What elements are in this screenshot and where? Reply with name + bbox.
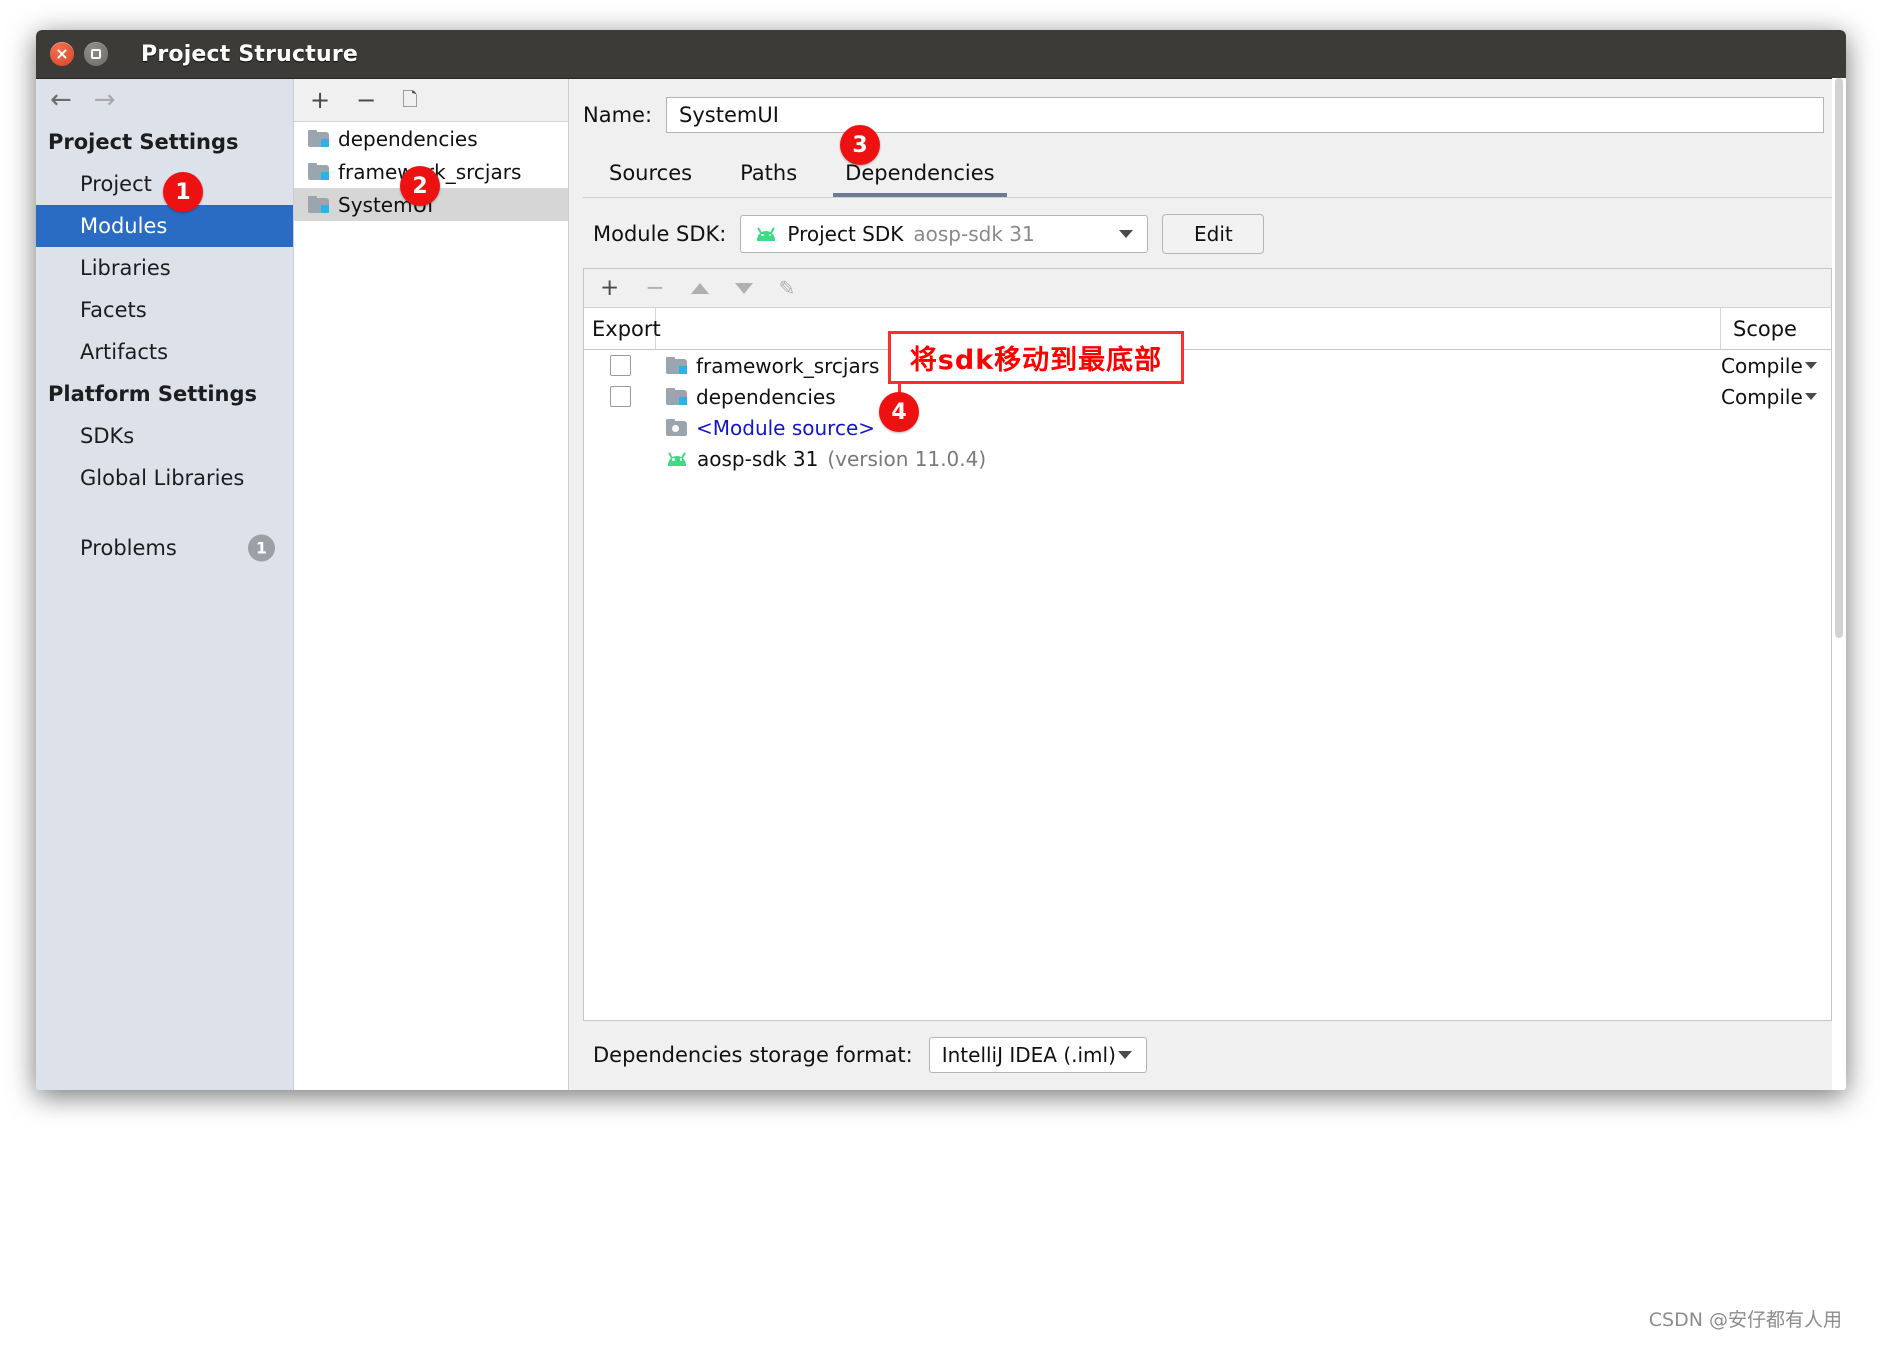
module-source-icon: [666, 419, 687, 436]
storage-format-row: Dependencies storage format: IntelliJ ID…: [583, 1021, 1832, 1090]
android-sdk-icon: [666, 451, 688, 466]
module-tabs: Sources Paths Dependencies: [569, 151, 1846, 197]
dialog-body: ← → Project Settings Project Modules Lib…: [36, 78, 1846, 1090]
project-structure-dialog: Project Structure ← → Project Settings P…: [36, 30, 1846, 1090]
module-sdk-select[interactable]: Project SDK aosp-sdk 31: [740, 215, 1149, 253]
dependency-name: dependencies: [696, 384, 836, 409]
sidebar-item-global-libraries[interactable]: Global Libraries: [36, 457, 293, 499]
column-header-scope: Scope: [1733, 316, 1797, 341]
chevron-down-icon: [1117, 1051, 1132, 1059]
export-cell[interactable]: [584, 386, 656, 407]
chevron-down-icon: [1119, 230, 1134, 238]
export-checkbox[interactable]: [609, 386, 631, 407]
module-name-row: Name: SystemUI: [569, 79, 1846, 143]
module-sdk-value: Project SDK: [787, 222, 904, 246]
dialog-scrollbar[interactable]: [1832, 78, 1846, 1090]
remove-dependency-button[interactable]: −: [645, 276, 664, 300]
scope-cell[interactable]: Compile: [1721, 354, 1831, 378]
folder-module-icon: [308, 130, 329, 147]
table-row[interactable]: aosp-sdk 31 (version 11.0.4): [584, 443, 1831, 474]
add-module-button[interactable]: +: [310, 88, 330, 112]
forward-arrow-icon[interactable]: →: [94, 87, 116, 113]
sidebar-navbar: ← →: [36, 79, 293, 121]
column-header-export: Export: [584, 308, 661, 349]
dependency-name-cell: framework_srcjars: [656, 354, 1721, 378]
window-titlebar: Project Structure: [36, 30, 1846, 79]
sidebar-item-facets[interactable]: Facets: [36, 289, 293, 331]
table-row[interactable]: dependencies Compile: [584, 381, 1831, 412]
sidebar-item-libraries[interactable]: Libraries: [36, 247, 293, 289]
dependency-name: <Module source>: [696, 415, 876, 440]
storage-format-value: IntelliJ IDEA (.iml): [941, 1043, 1116, 1067]
settings-sidebar: ← → Project Settings Project Modules Lib…: [36, 79, 294, 1090]
module-list-item-label: dependencies: [338, 126, 478, 151]
pencil-icon[interactable]: ✎: [779, 276, 796, 300]
scrollbar-thumb[interactable]: [1835, 78, 1843, 638]
name-label: Name:: [583, 103, 653, 127]
tab-sources[interactable]: Sources: [585, 151, 716, 197]
move-down-icon[interactable]: [734, 282, 753, 294]
sidebar-item-modules[interactable]: Modules: [36, 205, 293, 247]
sidebar-item-problems[interactable]: Problems 1: [36, 527, 293, 569]
storage-format-select[interactable]: IntelliJ IDEA (.iml): [928, 1037, 1147, 1073]
module-sdk-label: Module SDK:: [593, 222, 727, 246]
sidebar-item-artifacts[interactable]: Artifacts: [36, 331, 293, 373]
dependencies-panel: Module SDK: Project SDK aosp-sdk 31 Edit…: [583, 197, 1832, 1090]
module-list-toolbar: + − 🗋: [294, 79, 568, 122]
dependency-version: (version 11.0.4): [827, 446, 987, 471]
android-sdk-icon: [755, 227, 777, 241]
dependency-name-cell: dependencies: [656, 385, 1721, 409]
folder-module-icon: [666, 388, 687, 405]
annotation-callout: 将sdk移动到最底部: [888, 331, 1184, 384]
move-up-icon[interactable]: [690, 282, 709, 294]
dependencies-table: + − ✎ Export Scope framework_srcjars Com…: [583, 268, 1832, 1021]
sidebar-item-sdks[interactable]: SDKs: [36, 415, 293, 457]
export-checkbox[interactable]: [609, 355, 631, 376]
remove-module-button[interactable]: −: [356, 88, 376, 112]
module-detail-pane: Name: SystemUI Sources Paths Dependencie…: [569, 79, 1846, 1090]
folder-module-icon: [666, 357, 687, 374]
dependencies-table-header: Export Scope: [584, 308, 1831, 350]
folder-module-icon: [308, 196, 329, 213]
back-arrow-icon[interactable]: ←: [50, 87, 72, 113]
dependency-name: aosp-sdk 31: [697, 446, 819, 471]
module-sdk-value-detail: aosp-sdk 31: [913, 222, 1035, 246]
module-sdk-row: Module SDK: Project SDK aosp-sdk 31 Edit: [583, 198, 1832, 268]
dependency-name-cell: <Module source>: [656, 416, 1721, 440]
annotation-marker-1: 1: [163, 172, 203, 212]
scope-cell[interactable]: Compile: [1721, 385, 1831, 409]
sidebar-group-platform-settings: Platform Settings: [48, 382, 258, 406]
tab-paths[interactable]: Paths: [716, 151, 821, 197]
module-name-input[interactable]: SystemUI: [666, 97, 1824, 133]
copy-module-icon[interactable]: 🗋: [402, 90, 417, 110]
problems-count-badge: 1: [248, 534, 275, 562]
chevron-down-icon: [1805, 362, 1817, 369]
dependency-name-cell: aosp-sdk 31 (version 11.0.4): [656, 447, 1721, 471]
scope-value: Compile: [1721, 353, 1803, 378]
watermark: CSDN @安仔都有人用: [1648, 1309, 1842, 1331]
dependencies-toolbar: + − ✎: [584, 269, 1831, 308]
sidebar-item-label: Problems: [80, 536, 177, 560]
annotation-marker-4: 4: [879, 392, 919, 432]
scope-value: Compile: [1721, 384, 1803, 409]
table-row[interactable]: <Module source>: [584, 412, 1831, 443]
annotation-marker-3: 3: [840, 125, 880, 165]
storage-format-label: Dependencies storage format:: [593, 1043, 913, 1067]
folder-module-icon: [308, 163, 329, 180]
edit-sdk-button[interactable]: Edit: [1162, 214, 1265, 254]
module-list-panel: + − 🗋 dependencies framework_srcjars Sys…: [294, 79, 569, 1090]
table-row[interactable]: framework_srcjars Compile: [584, 350, 1831, 381]
window-title: Project Structure: [141, 42, 359, 67]
module-list-item-dependencies[interactable]: dependencies: [294, 122, 568, 155]
column-header-name: [656, 308, 1721, 349]
add-dependency-button[interactable]: +: [600, 276, 619, 300]
dependency-name: framework_srcjars: [696, 353, 880, 378]
chevron-down-icon: [1805, 393, 1817, 400]
sidebar-group-project-settings: Project Settings: [48, 130, 239, 154]
annotation-marker-2: 2: [400, 166, 440, 206]
export-cell[interactable]: [584, 355, 656, 376]
